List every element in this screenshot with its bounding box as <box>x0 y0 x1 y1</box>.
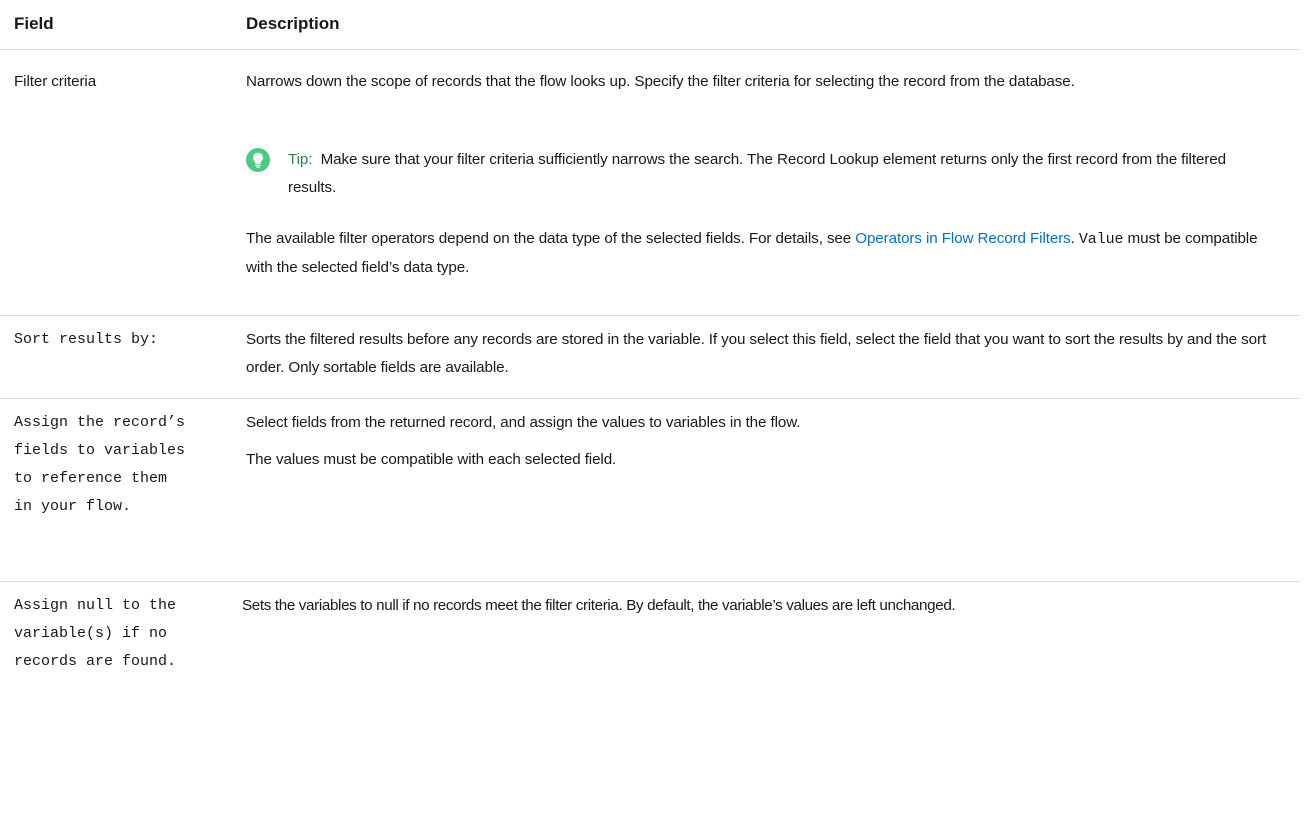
tip-callout: Tip: Make sure that your filter criteria… <box>246 146 1286 202</box>
tip-label: Tip: <box>288 151 313 168</box>
field-name: Sort results by: <box>14 331 159 348</box>
tip-body: Make sure that your filter criteria suff… <box>288 151 1226 196</box>
header-divider <box>0 49 1300 50</box>
row-divider <box>0 581 1300 582</box>
field-name: Assign null to the variable(s) if no rec… <box>14 597 177 670</box>
description-paragraph: Sets the variables to null if no records… <box>242 597 956 614</box>
description-text: . <box>1070 230 1079 247</box>
description-paragraph: The available filter operators depend on… <box>246 225 1286 282</box>
table-header: Field Description <box>0 14 1300 44</box>
row-divider <box>0 315 1300 316</box>
header-field: Field <box>14 14 54 33</box>
header-description: Description <box>246 14 340 33</box>
operators-link[interactable]: Operators in Flow Record Filters <box>855 230 1071 247</box>
row-divider <box>0 398 1300 399</box>
lightbulb-icon <box>246 148 270 172</box>
description-paragraph: Narrows down the scope of records that t… <box>246 73 1075 90</box>
field-name: Assign the record’s fields to variables … <box>14 414 186 515</box>
description-paragraph: Sorts the filtered results before any re… <box>246 331 1267 376</box>
description-paragraph: The values must be compatible with each … <box>246 451 617 468</box>
inline-code-value: Value <box>1078 231 1124 248</box>
description-text: The available filter operators depend on… <box>246 230 856 247</box>
field-name: Filter criteria <box>14 73 97 90</box>
description-paragraph: Select fields from the returned record, … <box>246 414 801 431</box>
tip-text: Tip: Make sure that your filter criteria… <box>288 146 1268 202</box>
